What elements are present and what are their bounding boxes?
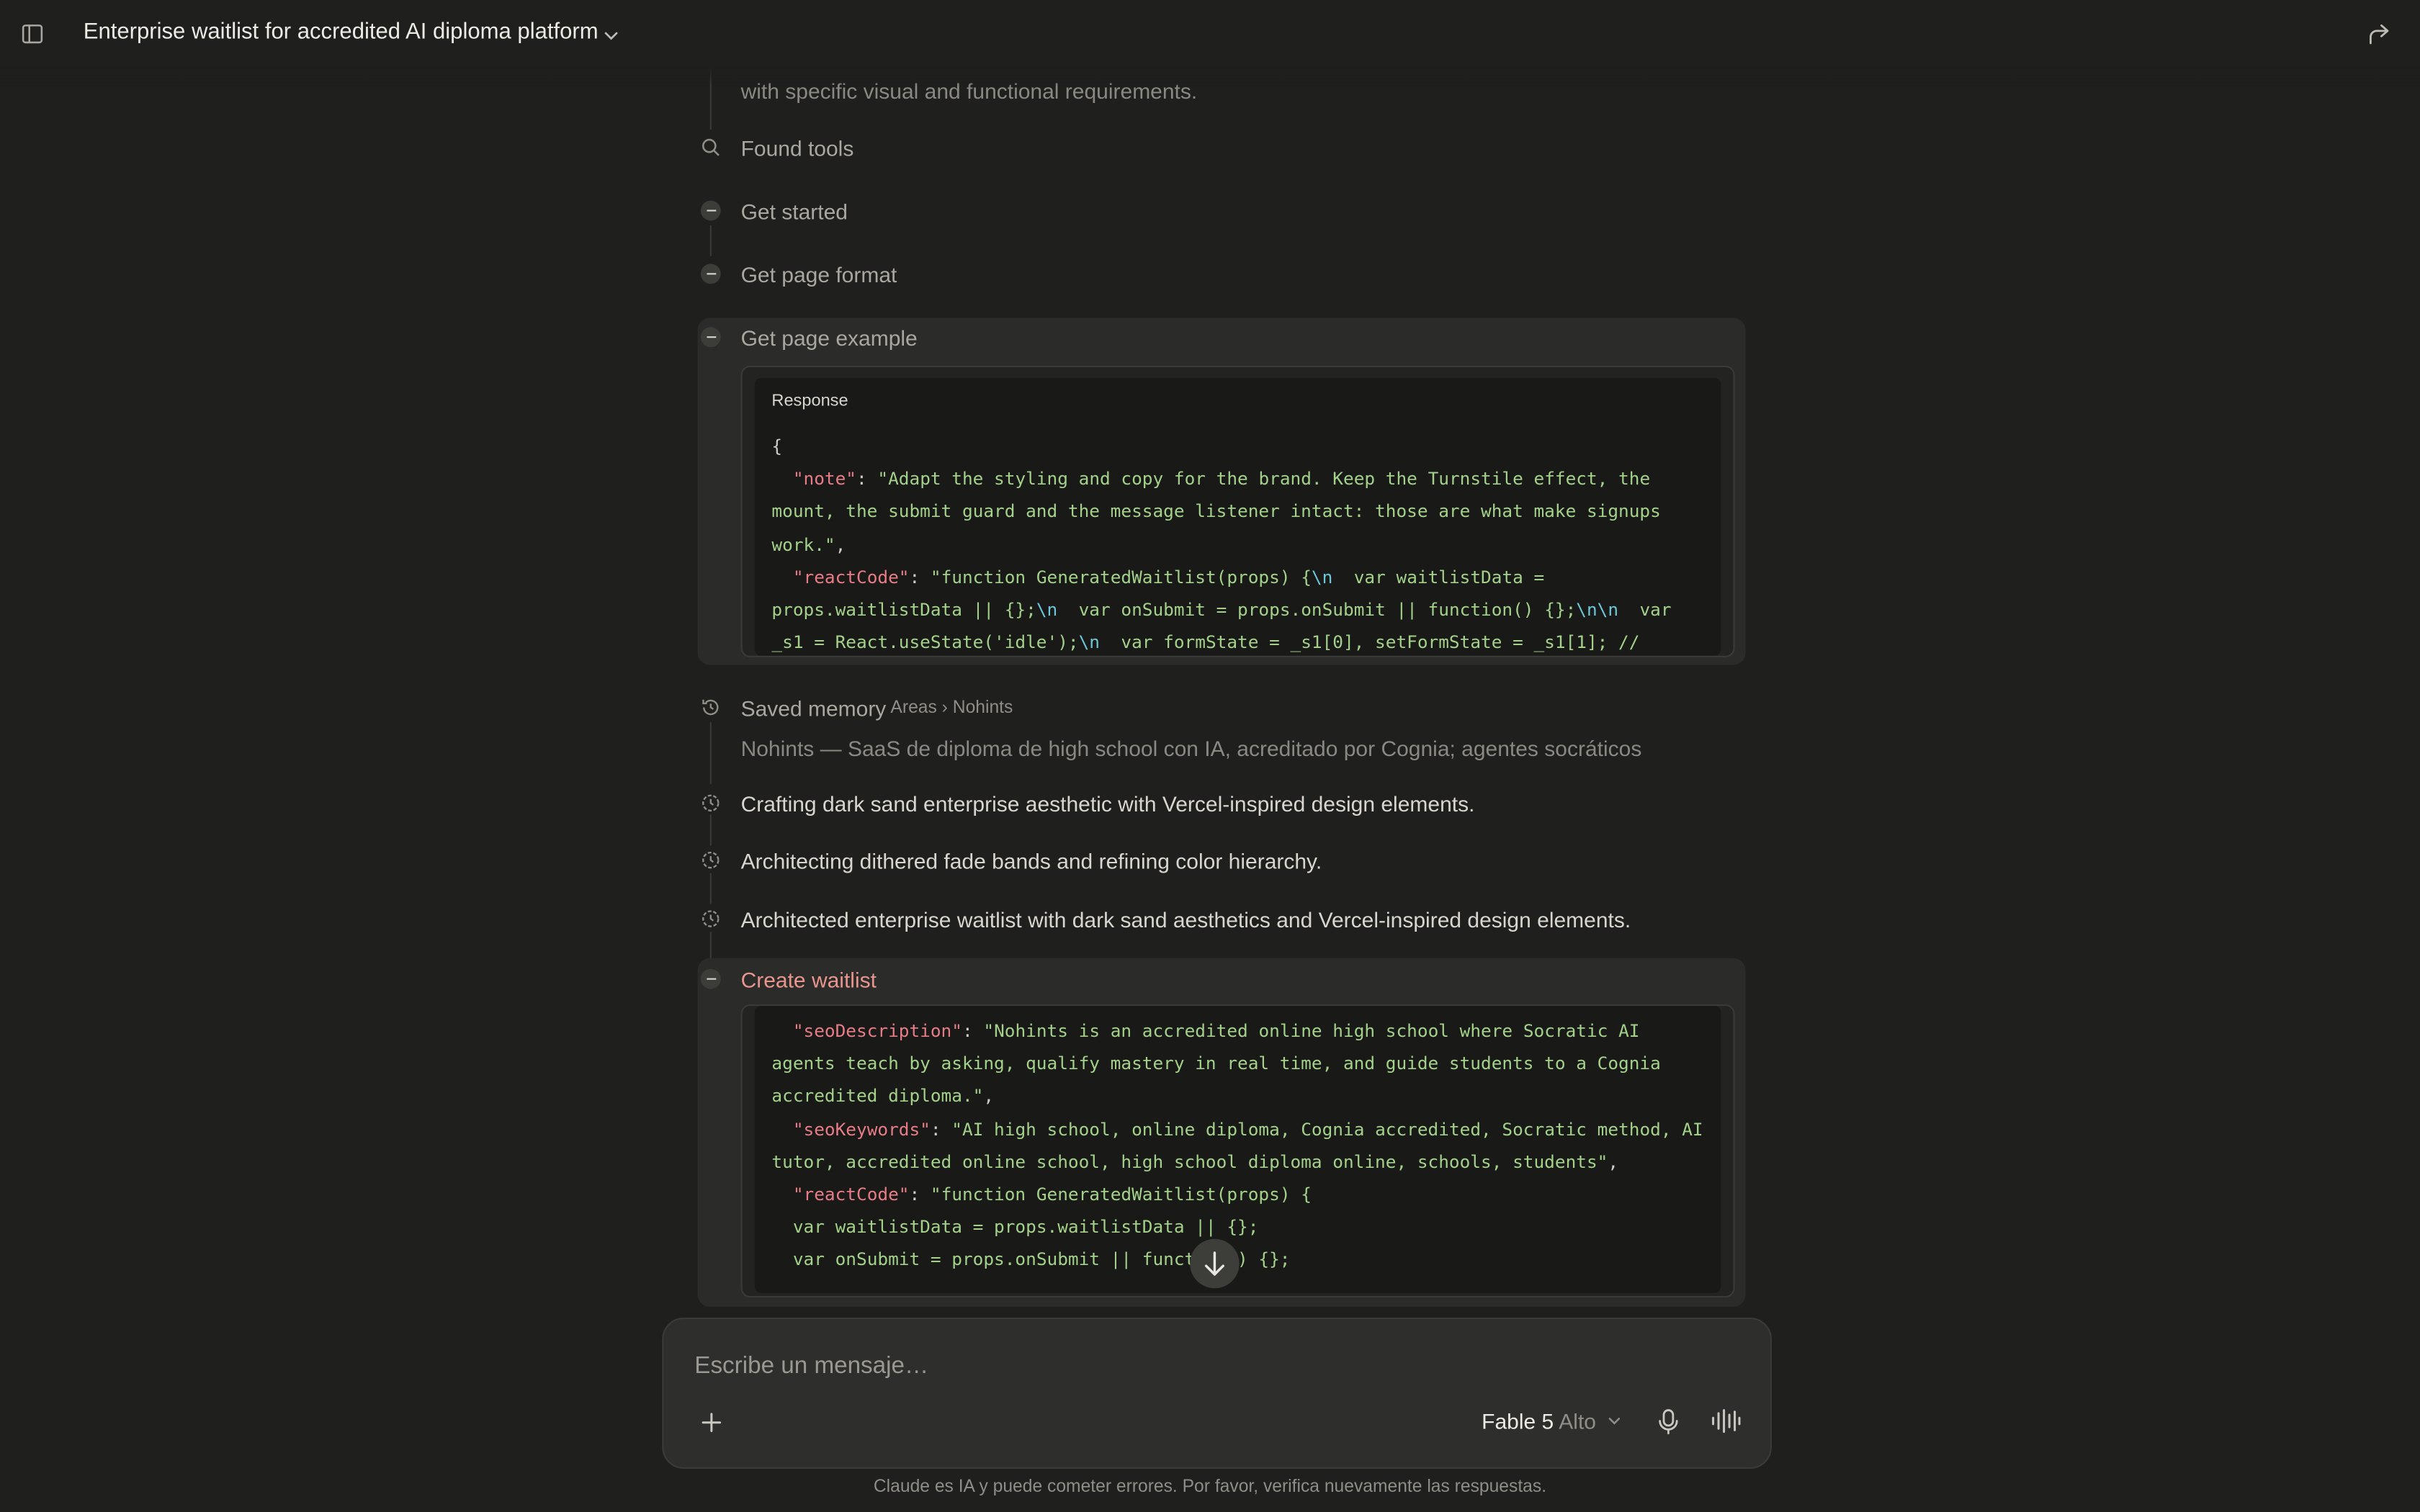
memory-path[interactable]: Areas › Nohints bbox=[890, 699, 1013, 718]
arrow-down-icon bbox=[1204, 1251, 1224, 1276]
code-string: var onSubmit = props.onSubmit || functio… bbox=[1057, 598, 1577, 621]
search-icon bbox=[701, 138, 721, 158]
response-code-box: Response { "note": "Adapt the styling an… bbox=[740, 365, 1735, 657]
header-bar: Enterprise waitlist for accredited AI di… bbox=[0, 0, 2420, 68]
clock-icon bbox=[701, 909, 721, 929]
timeline-line bbox=[709, 873, 712, 904]
code-brace: { bbox=[771, 435, 783, 457]
add-attachment-icon[interactable] bbox=[698, 1408, 726, 1436]
breadcrumb-separator: › bbox=[941, 698, 948, 718]
thinking-step-3[interactable]: Architected enterprise waitlist with dar… bbox=[741, 907, 1631, 932]
thinking-step-2[interactable]: Architecting dithered fade bands and ref… bbox=[741, 849, 1322, 873]
memory-icon bbox=[701, 698, 721, 718]
memory-path-item: Nohints bbox=[952, 698, 1013, 718]
clock-icon bbox=[701, 793, 721, 813]
code-key: "reactCode" bbox=[792, 566, 910, 588]
collapse-icon[interactable] bbox=[700, 200, 721, 221]
effort-label: Alto bbox=[1559, 1408, 1596, 1434]
code-key: "note" bbox=[792, 467, 857, 490]
create-code: "seoDescription": "Nohints is an accredi… bbox=[771, 1020, 1714, 1271]
create-waitlist-step[interactable]: Create waitlist bbox=[741, 968, 877, 992]
conversation-title[interactable]: Enterprise waitlist for accredited AI di… bbox=[84, 20, 599, 45]
thinking-step-1[interactable]: Crafting dark sand enterprise aesthetic … bbox=[741, 791, 1475, 816]
response-label: Response bbox=[771, 392, 848, 410]
timeline-line bbox=[709, 814, 712, 846]
microphone-icon[interactable] bbox=[1654, 1405, 1682, 1436]
timeline-line bbox=[709, 225, 712, 256]
collapse-icon[interactable] bbox=[700, 968, 721, 989]
clock-icon bbox=[701, 850, 721, 870]
code-string: "Adapt the styling and copy for the bran… bbox=[771, 467, 1672, 555]
saved-memory-step[interactable]: Saved memory bbox=[741, 696, 887, 720]
code-key: "reactCode" bbox=[792, 1183, 910, 1205]
get-started-step[interactable]: Get started bbox=[741, 199, 848, 223]
message-composer: Escribe un mensaje… Fable 5 Alto bbox=[662, 1318, 1773, 1469]
scroll-to-bottom-button[interactable] bbox=[1190, 1238, 1240, 1289]
code-string: "function GeneratedWaitlist(props) { bbox=[930, 566, 1312, 588]
chevron-down-icon bbox=[1608, 1418, 1621, 1425]
timeline-line bbox=[709, 721, 712, 784]
memory-path-area: Areas bbox=[890, 698, 937, 718]
code-string: var waitlistData = props.waitlistData ||… bbox=[771, 1216, 1259, 1238]
share-icon[interactable] bbox=[2365, 20, 2393, 48]
memory-text: Nohints — SaaS de diploma de high school… bbox=[740, 736, 1642, 761]
sidebar-toggle-icon[interactable] bbox=[19, 20, 47, 48]
top-fade bbox=[0, 68, 2420, 86]
code-string: "function GeneratedWaitlist(props) { bbox=[930, 1183, 1312, 1205]
found-tools-step[interactable]: Found tools bbox=[741, 136, 854, 161]
disclaimer-text: Claude es IA y puede cometer errores. Po… bbox=[873, 1477, 1547, 1497]
message-input[interactable]: Escribe un mensaje… bbox=[694, 1353, 928, 1381]
code-key: "seoDescription" bbox=[792, 1020, 962, 1042]
voice-mode-icon[interactable] bbox=[1710, 1405, 1741, 1436]
collapse-icon[interactable] bbox=[700, 264, 721, 284]
get-page-example-step[interactable]: Get page example bbox=[741, 325, 918, 350]
model-selector[interactable]: Fable 5 bbox=[1482, 1408, 1554, 1433]
effort-selector[interactable]: Alto bbox=[1559, 1408, 1622, 1434]
code-key: "seoKeywords" bbox=[792, 1117, 931, 1140]
chevron-down-icon[interactable] bbox=[602, 24, 621, 43]
response-code: { "note": "Adapt the styling and copy fo… bbox=[771, 431, 1705, 656]
get-page-format-step[interactable]: Get page format bbox=[741, 262, 897, 287]
code-scroll-area[interactable]: Response { "note": "Adapt the styling an… bbox=[754, 378, 1721, 656]
collapse-icon[interactable] bbox=[700, 327, 721, 348]
